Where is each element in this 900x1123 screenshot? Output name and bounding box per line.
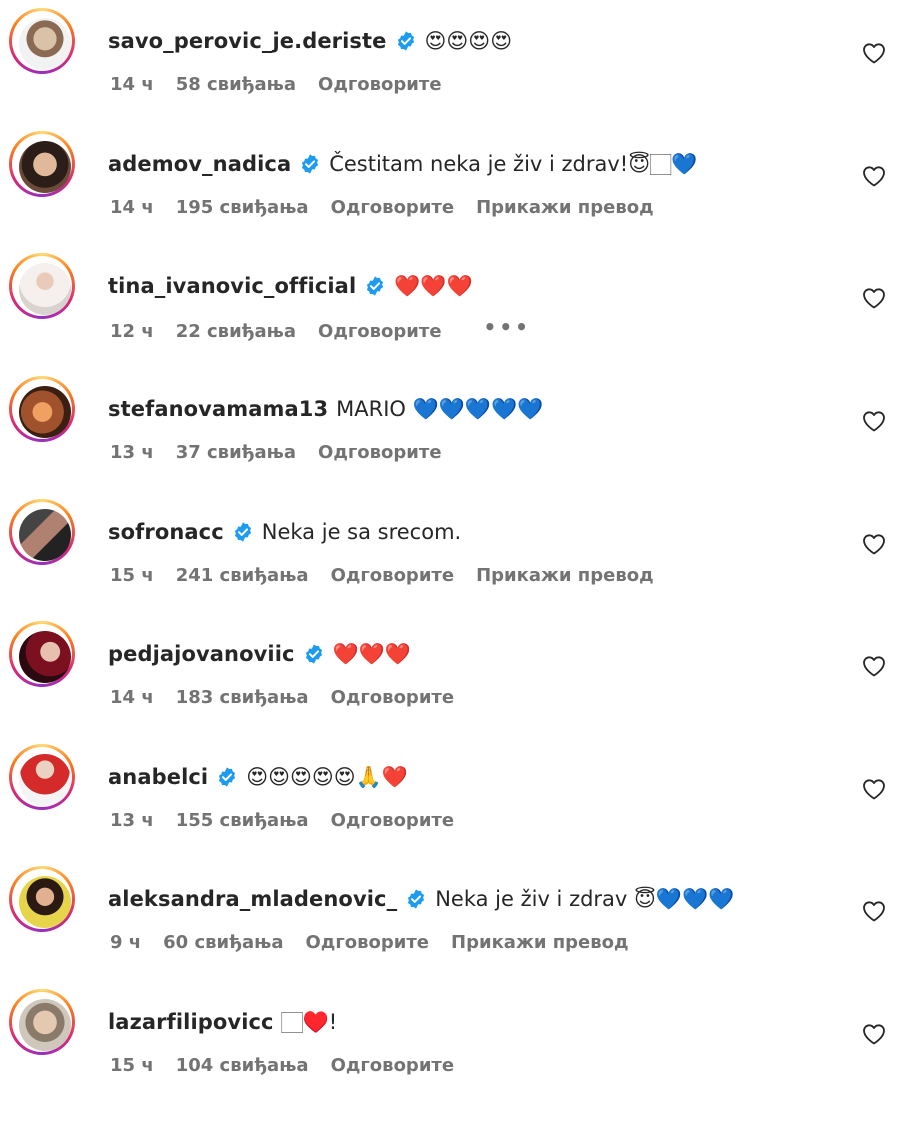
comment-timestamp[interactable]: 14 ч [110,197,154,218]
heart-outline-icon[interactable] [862,287,886,309]
comment-likes-count[interactable]: 22 свиђања [176,321,296,342]
heart-outline-icon[interactable] [862,1023,886,1045]
comment-item: anabelci 😍😍😍😍😍🙏❤️ 13 ч 155 свиђања Одгов… [0,736,900,858]
comment-timestamp[interactable]: 12 ч [110,321,154,342]
comment-likes-count[interactable]: 183 свиђања [176,687,309,708]
reply-button[interactable]: Одговорите [331,687,455,708]
reply-button[interactable]: Одговорите [331,810,455,831]
avatar [19,141,71,193]
avatar-story-ring[interactable] [9,621,75,687]
comment-username[interactable]: savo_perovic_je.deriste [108,24,387,58]
verified-badge-icon [397,31,414,51]
comment-likes-count[interactable]: 241 свиђања [176,565,309,586]
verified-badge-icon [234,522,251,542]
comment-text: ❤️❤️❤️ [332,642,412,666]
reply-button[interactable]: Одговорите [318,321,442,342]
comment-timestamp[interactable]: 14 ч [110,687,154,708]
avatar-story-ring[interactable] [9,131,75,197]
avatar-story-ring[interactable] [9,989,75,1055]
comment-text: Čestitam neka je živ i zdrav!😇🏻💙 [329,152,698,176]
comment-item: sofronacc Neka je sa srecom. 15 ч 241 св… [0,491,900,613]
comment-timestamp[interactable]: 15 ч [110,565,154,586]
verified-badge-icon [305,644,322,664]
comment-likes-count[interactable]: 37 свиђања [176,442,296,463]
reply-button[interactable]: Одговорите [306,932,430,953]
avatar [19,509,71,561]
reply-button[interactable]: Одговорите [318,74,442,95]
avatar [19,999,71,1051]
comment-text: ❤️❤️❤️ [394,274,473,298]
avatar [19,631,71,683]
comment-timestamp[interactable]: 15 ч [110,1055,154,1076]
comment-username[interactable]: tina_ivanovic_official [108,269,356,303]
see-translation-button[interactable]: Прикажи превод [476,197,654,218]
heart-outline-icon[interactable] [862,778,886,800]
heart-outline-icon[interactable] [862,655,886,677]
heart-outline-icon[interactable] [862,410,886,432]
heart-outline-icon[interactable] [862,900,886,922]
comment-text: 😍😍😍😍 [424,29,513,53]
comment-username[interactable]: stefanovamama13 [108,392,328,426]
see-translation-button[interactable]: Прикажи превод [476,565,654,586]
comment-item: lazarfilipovicc 🏻♥️! 15 ч 104 свиђања Од… [0,981,900,1103]
comment-text: 🏻♥️! [281,1010,338,1034]
heart-outline-icon[interactable] [862,42,886,64]
comment-username[interactable]: aleksandra_mladenovic_ [108,882,397,916]
comment-item: aleksandra_mladenovic_ Neka je živ i zdr… [0,858,900,980]
comment-timestamp[interactable]: 13 ч [110,442,154,463]
avatar-story-ring[interactable] [9,376,75,442]
more-options-icon[interactable]: ••• [484,315,531,339]
comment-username[interactable]: anabelci [108,760,208,794]
verified-badge-icon [302,154,319,174]
avatar [19,386,71,438]
reply-button[interactable]: Одговорите [318,442,442,463]
comment-item: ademov_nadica Čestitam neka je živ i zdr… [0,123,900,245]
avatar-story-ring[interactable] [9,744,75,810]
comment-username[interactable]: ademov_nadica [108,147,291,181]
comment-timestamp[interactable]: 9 ч [110,932,141,953]
comment-username[interactable]: sofronacc [108,515,224,549]
comment-text: Neka je živ i zdrav 😇💙💙💙 [435,887,735,911]
see-translation-button[interactable]: Прикажи превод [451,932,629,953]
comment-likes-count[interactable]: 195 свиђања [176,197,309,218]
comment-item: savo_perovic_je.deriste 😍😍😍😍 14 ч 58 сви… [0,0,900,122]
comment-likes-count[interactable]: 58 свиђања [176,74,296,95]
avatar [19,263,71,315]
avatar [19,18,71,70]
comment-username[interactable]: lazarfilipovicc [108,1005,274,1039]
comment-likes-count[interactable]: 155 свиђања [176,810,309,831]
comment-item: tina_ivanovic_official ❤️❤️❤️ 12 ч 22 св… [0,245,900,367]
avatar-story-ring[interactable] [9,253,75,319]
comment-timestamp[interactable]: 14 ч [110,74,154,95]
avatar-story-ring[interactable] [9,8,75,74]
verified-badge-icon [219,767,236,787]
comment-item: pedjajovanoviic ❤️❤️❤️ 14 ч 183 свиђања … [0,613,900,735]
avatar-story-ring[interactable] [9,499,75,565]
comment-item: stefanovamama13 MARIO 💙💙💙💙💙 13 ч 37 свиђ… [0,368,900,490]
comment-timestamp[interactable]: 13 ч [110,810,154,831]
avatar [19,754,71,806]
avatar-story-ring[interactable] [9,866,75,932]
comment-text: MARIO 💙💙💙💙💙 [336,397,544,421]
comment-username[interactable]: pedjajovanoviic [108,637,295,671]
comment-likes-count[interactable]: 60 свиђања [163,932,283,953]
heart-outline-icon[interactable] [862,165,886,187]
verified-badge-icon [367,276,384,296]
avatar [19,876,71,928]
reply-button[interactable]: Одговорите [331,197,455,218]
comment-text: 😍😍😍😍😍🙏❤️ [246,765,408,789]
heart-outline-icon[interactable] [862,533,886,555]
verified-badge-icon [408,889,425,909]
comment-text: Neka je sa srecom. [261,520,462,544]
reply-button[interactable]: Одговорите [331,1055,455,1076]
reply-button[interactable]: Одговорите [331,565,455,586]
comment-likes-count[interactable]: 104 свиђања [176,1055,309,1076]
